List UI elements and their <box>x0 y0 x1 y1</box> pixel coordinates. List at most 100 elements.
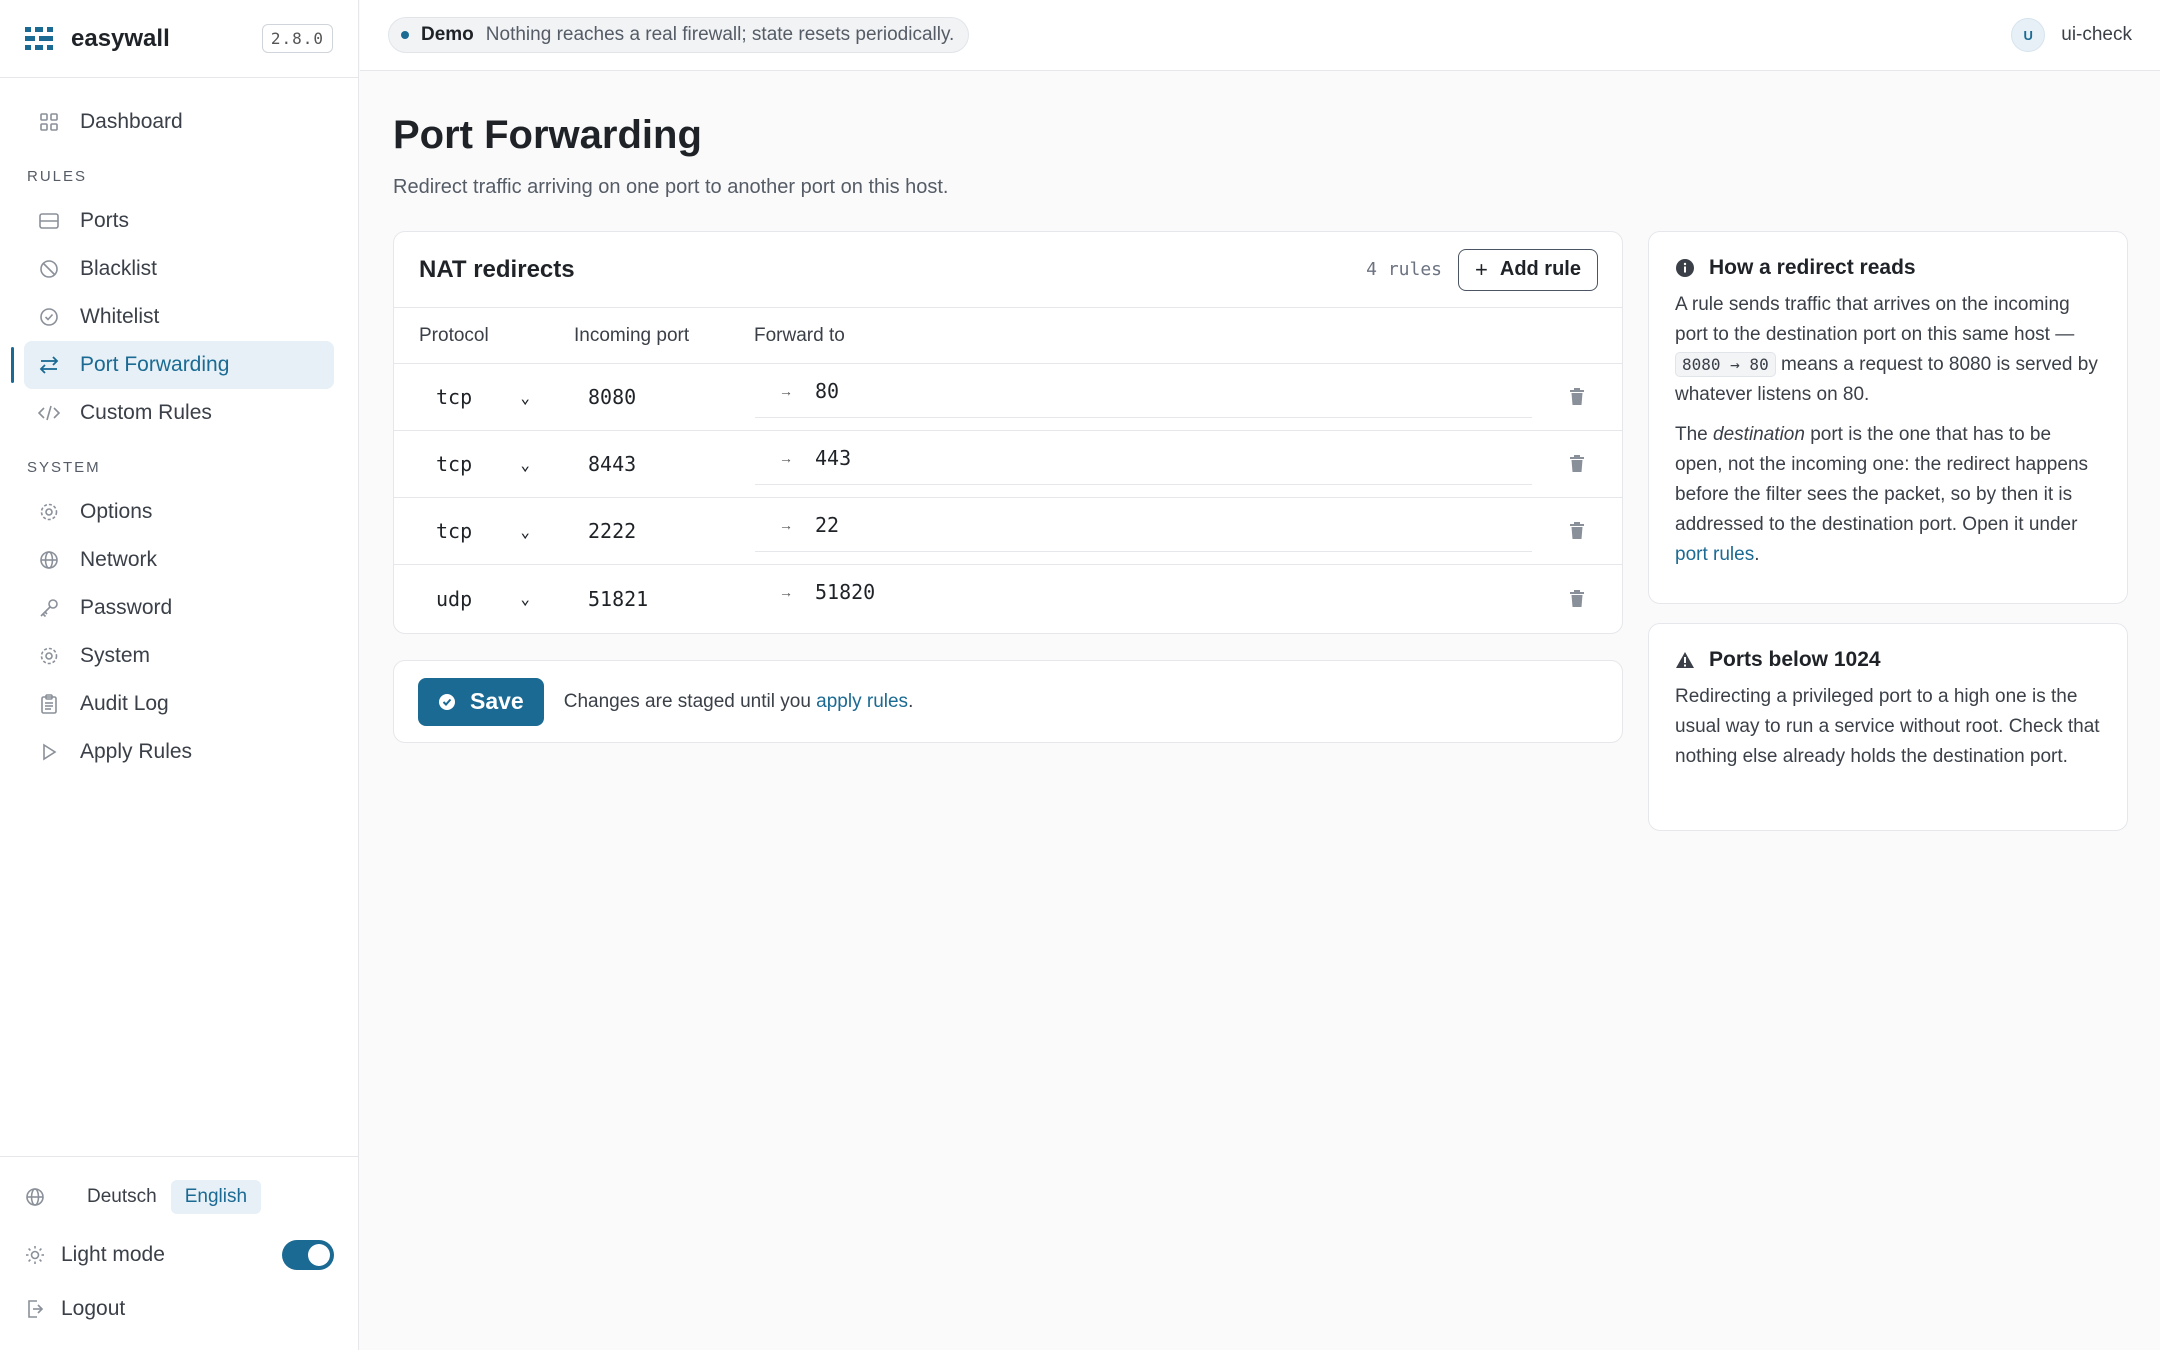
incoming-port-input[interactable]: 51821 <box>574 587 755 611</box>
sidebar-item-system[interactable]: System <box>24 632 334 680</box>
protocol-cell: udp ⌄ <box>394 579 574 619</box>
info-card: How a redirect reads A rule sends traffi… <box>1648 231 2128 604</box>
protocol-select[interactable]: tcp ⌄ <box>412 444 542 484</box>
brand-name: easywall <box>71 24 170 52</box>
globe-icon <box>38 549 60 571</box>
forward-port-field[interactable]: → 51820 <box>755 565 1532 619</box>
language-switcher: Deutsch English <box>25 1179 334 1215</box>
rules-table-body: tcp ⌄ 8080 → 80 tcp ⌄ 8443 → 443 tcp ⌄ 2… <box>394 364 1622 632</box>
section-title-system: SYSTEM <box>27 459 101 476</box>
add-rule-label: Add rule <box>1499 258 1581 280</box>
lang-option-english[interactable]: English <box>170 1180 262 1214</box>
sidebar-item-options[interactable]: Options <box>24 488 334 536</box>
sidebar-item-audit-log[interactable]: Audit Log <box>24 680 334 728</box>
sidebar-item-label: System <box>80 644 151 667</box>
save-card: Save Changes are staged until you apply … <box>393 660 1623 743</box>
info-text: A rule sends traffic that arrives on the… <box>1675 294 2075 345</box>
code-icon <box>38 402 60 424</box>
forward-port-field[interactable]: → 443 <box>755 431 1532 485</box>
apply-rules-link[interactable]: apply rules <box>816 691 908 712</box>
protocol-cell: tcp ⌄ <box>394 511 574 551</box>
demo-banner: Demo Nothing reaches a real firewall; st… <box>388 17 970 53</box>
brand: easywall 2.8.0 <box>0 0 358 78</box>
nat-card-header: NAT redirects 4 rules + Add rule <box>394 232 1622 308</box>
cog-icon <box>38 645 60 667</box>
sidebar-item-custom-rules[interactable]: Custom Rules <box>24 389 334 437</box>
nat-redirects-card: NAT redirects 4 rules + Add rule Protoco… <box>393 231 1623 634</box>
theme-toggle-row: Light mode <box>25 1237 334 1273</box>
delete-rule-button[interactable] <box>1532 455 1622 473</box>
sidebar-item-label: Blacklist <box>80 257 158 280</box>
topbar: Demo Nothing reaches a real firewall; st… <box>360 0 2160 71</box>
table-row: tcp ⌄ 8443 → 443 <box>394 431 1622 498</box>
save-button[interactable]: Save <box>418 677 544 726</box>
table-row: tcp ⌄ 8080 → 80 <box>394 364 1622 431</box>
warning-icon <box>1675 651 1695 669</box>
column-header-protocol: Protocol <box>419 324 489 346</box>
sidebar-item-network[interactable]: Network <box>24 536 334 584</box>
save-note: Changes are staged until you apply rules… <box>564 691 914 713</box>
info-paragraph-2: The destination port is the one that has… <box>1675 420 2101 570</box>
sidebar-item-password[interactable]: Password <box>24 584 334 632</box>
version-badge: 2.8.0 <box>261 24 333 53</box>
sidebar-item-label: Port Forwarding <box>80 353 230 376</box>
user-menu[interactable]: U ui-check <box>2011 18 2132 52</box>
sidebar-item-label: Network <box>80 548 158 571</box>
info-icon <box>1675 258 1695 278</box>
sidebar-footer: Deutsch English Light mode Logout <box>0 1156 359 1350</box>
arrow-right-icon: → <box>779 449 793 466</box>
main-content: Port Forwarding Redirect traffic arrivin… <box>393 71 2160 831</box>
section-title-rules: RULES <box>27 168 88 185</box>
forward-port-field[interactable]: → 22 <box>755 498 1532 552</box>
port-rules-link[interactable]: port rules <box>1675 544 1754 565</box>
column-header-forward: Forward to <box>754 324 845 346</box>
forward-port-field[interactable]: → 80 <box>755 364 1532 418</box>
save-note-end: . <box>908 690 914 712</box>
server-icon <box>38 210 60 232</box>
protocol-select[interactable]: tcp ⌄ <box>412 377 542 417</box>
sidebar-item-blacklist[interactable]: Blacklist <box>24 245 334 293</box>
info-emphasis: destination <box>1713 424 1805 445</box>
sidebar-item-whitelist[interactable]: Whitelist <box>24 293 334 341</box>
incoming-port-input[interactable]: 8080 <box>574 385 755 409</box>
theme-toggle[interactable] <box>282 1240 334 1270</box>
delete-rule-button[interactable] <box>1532 522 1622 540</box>
theme-mode-label: Light mode <box>61 1243 165 1266</box>
protocol-value: tcp <box>436 385 473 409</box>
protocol-cell: tcp ⌄ <box>394 377 574 417</box>
save-note-text: Changes are staged until you <box>563 690 817 712</box>
arrow-right-icon: → <box>779 516 793 533</box>
warning-card-title: Ports below 1024 <box>1675 648 2101 672</box>
sidebar-item-ports[interactable]: Ports <box>24 197 334 245</box>
nat-card-title: NAT redirects <box>419 255 575 283</box>
example-code: 8080 → 80 <box>1675 352 1776 377</box>
rule-count: 4 rules <box>1366 259 1443 280</box>
trash-icon <box>1570 522 1584 539</box>
sidebar-item-dashboard[interactable]: Dashboard <box>24 98 334 146</box>
forward-port-value: 443 <box>815 445 852 470</box>
logout-link[interactable]: Logout <box>25 1291 334 1327</box>
chevron-down-icon: ⌄ <box>520 387 530 407</box>
info-title-text: How a redirect reads <box>1709 256 1916 279</box>
protocol-cell: tcp ⌄ <box>394 444 574 484</box>
warning-text: Redirecting a privileged port to a high … <box>1675 686 2100 767</box>
protocol-select[interactable]: udp ⌄ <box>412 579 542 619</box>
protocol-value: tcp <box>436 452 473 476</box>
column-header-incoming: Incoming port <box>574 324 690 346</box>
table-row: tcp ⌄ 2222 → 22 <box>394 498 1622 565</box>
sidebar-item-apply-rules[interactable]: Apply Rules <box>24 728 334 776</box>
sidebar-item-label: Audit Log <box>80 692 169 715</box>
protocol-value: tcp <box>436 519 473 543</box>
page-title: Port Forwarding <box>393 113 702 157</box>
incoming-port-input[interactable]: 2222 <box>574 519 755 543</box>
sidebar-item-port-forwarding[interactable]: Port Forwarding <box>11 341 334 389</box>
add-rule-button[interactable]: + Add rule <box>1458 248 1598 291</box>
lang-option-deutsch[interactable]: Deutsch <box>73 1180 171 1214</box>
info-paragraph-1: A rule sends traffic that arrives on the… <box>1675 290 2101 410</box>
incoming-port-input[interactable]: 8443 <box>574 452 755 476</box>
protocol-select[interactable]: tcp ⌄ <box>412 511 542 551</box>
delete-rule-button[interactable] <box>1532 589 1622 608</box>
sidebar: easywall 2.8.0 Dashboard RULES Ports Bla… <box>0 0 359 1350</box>
delete-rule-button[interactable] <box>1532 388 1622 406</box>
sidebar-item-label: Custom Rules <box>80 401 212 424</box>
